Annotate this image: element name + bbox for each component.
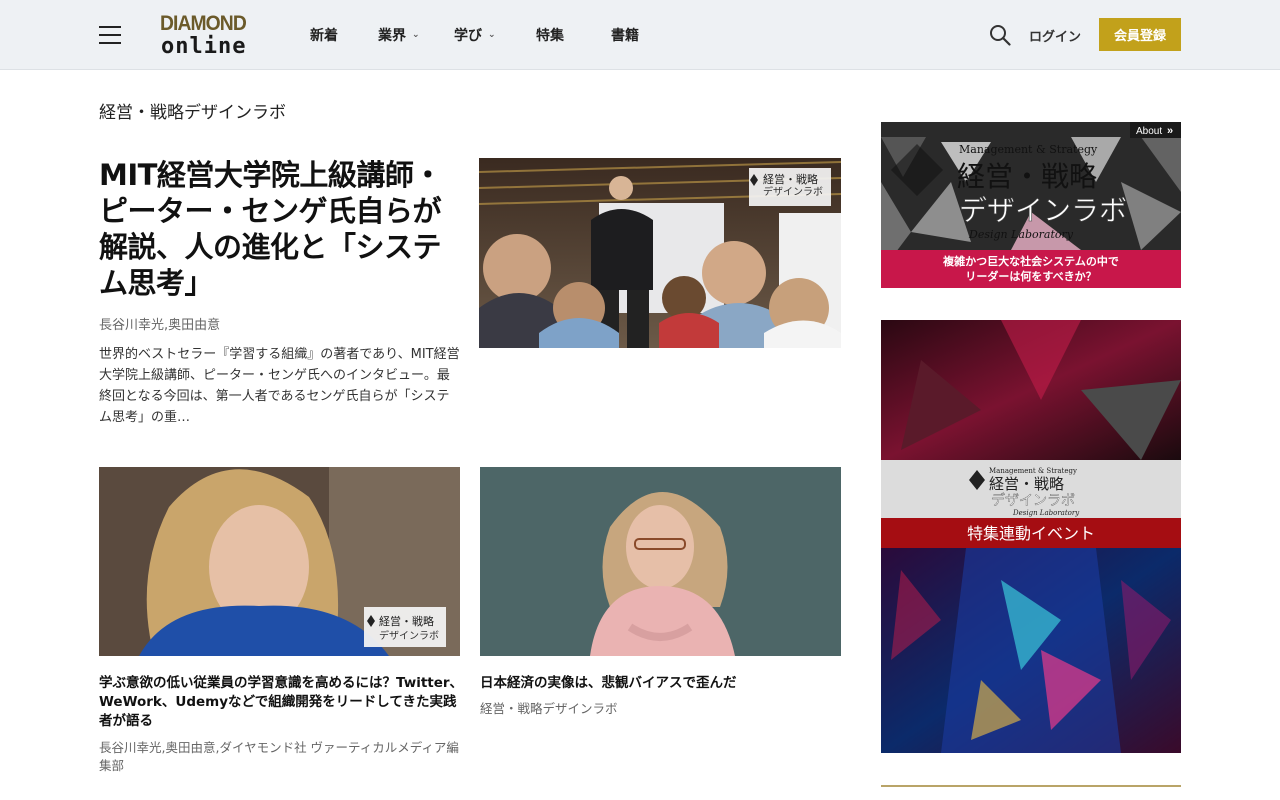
- register-button[interactable]: 会員登録: [1099, 18, 1181, 51]
- chevron-down-icon: ⌄: [488, 30, 496, 40]
- banner-caption1: 複雑かつ巨大な社会システムの中で: [942, 254, 1119, 268]
- about-label: About: [1136, 126, 1162, 137]
- sidebar-banner-event[interactable]: Management & Strategy 経営・戦略 デザインラボ Desig…: [881, 320, 1181, 753]
- article-card-image[interactable]: 経営・戦略 デザインラボ: [99, 467, 460, 656]
- nav-item-features[interactable]: 特集: [536, 25, 611, 45]
- banner-jp2: デザインラボ: [959, 194, 1127, 227]
- article-card-meta: 経営・戦略デザインラボ: [480, 701, 618, 716]
- banner-sub: Design Laboratory: [1012, 509, 1080, 517]
- nav-label: 業界: [378, 28, 406, 44]
- banner-en: Management & Strategy: [959, 143, 1098, 156]
- logo-bottom-text: online: [161, 34, 247, 59]
- badge-jp1: 経営・戦略: [379, 614, 434, 628]
- sidebar-banner-lab[interactable]: About » Management & Strategy 経営・戦略 デザイン…: [881, 122, 1181, 288]
- search-icon[interactable]: [989, 24, 1011, 46]
- featured-article-image[interactable]: 経営・戦略 デザインラボ: [479, 158, 841, 348]
- article-card-title[interactable]: 学ぶ意欲の低い従業員の学習意識を高めるには？Twitter、WeWork、Ude…: [99, 674, 464, 731]
- badge-jp2: デザインラボ: [763, 185, 823, 198]
- nav-label: 新着: [310, 28, 338, 44]
- featured-article-description: 世界的ベストセラー『学習する組織』の著者であり、MIT経営大学院上級講師、ピータ…: [99, 347, 460, 425]
- nav-item-industry[interactable]: 業界 ⌄: [378, 25, 454, 45]
- menu-icon[interactable]: [99, 25, 121, 45]
- site-header: DIAMOND online 新着 業界 ⌄ 学び ⌄ 特集 書籍 ログイン 会員登…: [0, 0, 1280, 70]
- svg-text:»: »: [1167, 125, 1173, 137]
- nav-label: 書籍: [611, 28, 639, 44]
- article-card-title[interactable]: 日本経済の実像は、悲観バイアスで歪んだ: [480, 674, 842, 693]
- banner-sub: Design Laboratory: [968, 228, 1074, 241]
- featured-article-title[interactable]: MIT経営大学院上級講師・ピーター・センゲ氏自らが解説、人の進化と「システム思考…: [99, 157, 464, 301]
- sidebar-divider: [881, 785, 1181, 787]
- banner-event: 特集連動イベント: [967, 524, 1095, 543]
- banner-caption2: リーダーは何をすべきか？: [965, 269, 1096, 283]
- site-logo[interactable]: DIAMOND online: [160, 12, 264, 59]
- section-title: 経営・戦略デザインラボ: [99, 103, 286, 123]
- badge-jp2: デザインラボ: [379, 629, 439, 642]
- nav-label: 特集: [536, 28, 564, 44]
- article-card-image[interactable]: [480, 467, 841, 656]
- badge-jp1: 経営・戦略: [763, 172, 818, 186]
- nav-item-learn[interactable]: 学び ⌄: [454, 25, 536, 45]
- logo-top-text: DIAMOND: [160, 12, 247, 35]
- banner-jp2: デザインラボ: [991, 492, 1075, 509]
- chevron-down-icon: ⌄: [412, 30, 420, 40]
- nav-item-books[interactable]: 書籍: [611, 25, 671, 45]
- login-link[interactable]: ログイン: [1029, 26, 1081, 45]
- banner-en: Management & Strategy: [989, 467, 1077, 475]
- main-nav: 新着 業界 ⌄ 学び ⌄ 特集 書籍: [310, 0, 671, 70]
- nav-item-new[interactable]: 新着: [310, 25, 378, 45]
- nav-label: 学び: [454, 28, 482, 44]
- banner-jp1: 経営・戦略: [989, 475, 1064, 493]
- featured-article-author: 長谷川幸光,奥田由意: [99, 318, 221, 333]
- banner-jp1: 経営・戦略: [957, 160, 1097, 193]
- article-card-meta: 長谷川幸光,奥田由意,ダイヤモンド社 ヴァーティカルメディア編集部: [99, 740, 459, 773]
